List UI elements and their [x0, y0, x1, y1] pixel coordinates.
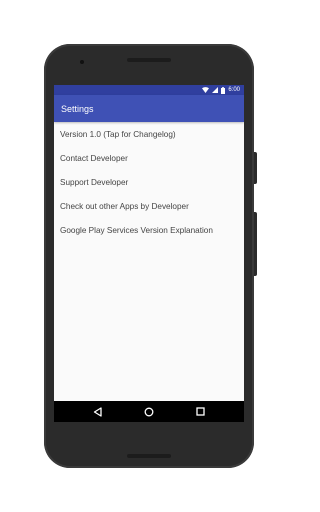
settings-item-label: Contact Developer: [60, 153, 128, 163]
battery-icon: [221, 86, 226, 94]
front-camera: [80, 60, 84, 64]
settings-item-play-services[interactable]: Google Play Services Version Explanation: [54, 218, 244, 242]
settings-item-label: Version 1.0 (Tap for Changelog): [60, 129, 176, 139]
home-icon[interactable]: [144, 407, 154, 417]
recents-icon[interactable]: [196, 407, 205, 416]
status-bar: 6:00: [54, 85, 244, 95]
back-icon[interactable]: [93, 406, 102, 417]
settings-item-label: Check out other Apps by Developer: [60, 201, 189, 211]
settings-item-label: Support Developer: [60, 177, 129, 187]
volume-button[interactable]: [254, 212, 257, 276]
power-button[interactable]: [254, 152, 257, 184]
settings-item-version[interactable]: Version 1.0 (Tap for Changelog): [54, 122, 244, 146]
wifi-icon: [202, 87, 210, 93]
top-speaker: [127, 58, 171, 62]
screen: 6:00 Settings Version 1.0 (Tap for Chang…: [54, 85, 244, 422]
bottom-speaker: [127, 454, 171, 458]
status-time: 6:00: [228, 87, 240, 93]
settings-item-other-apps[interactable]: Check out other Apps by Developer: [54, 194, 244, 218]
settings-item-label: Google Play Services Version Explanation: [60, 225, 213, 235]
settings-item-contact-developer[interactable]: Contact Developer: [54, 146, 244, 170]
settings-list: Version 1.0 (Tap for Changelog) Contact …: [54, 122, 244, 242]
settings-item-support-developer[interactable]: Support Developer: [54, 170, 244, 194]
page-title: Settings: [61, 103, 94, 114]
app-bar: Settings: [54, 95, 244, 122]
navigation-bar: [54, 401, 244, 422]
cell-signal-icon: [212, 87, 219, 93]
